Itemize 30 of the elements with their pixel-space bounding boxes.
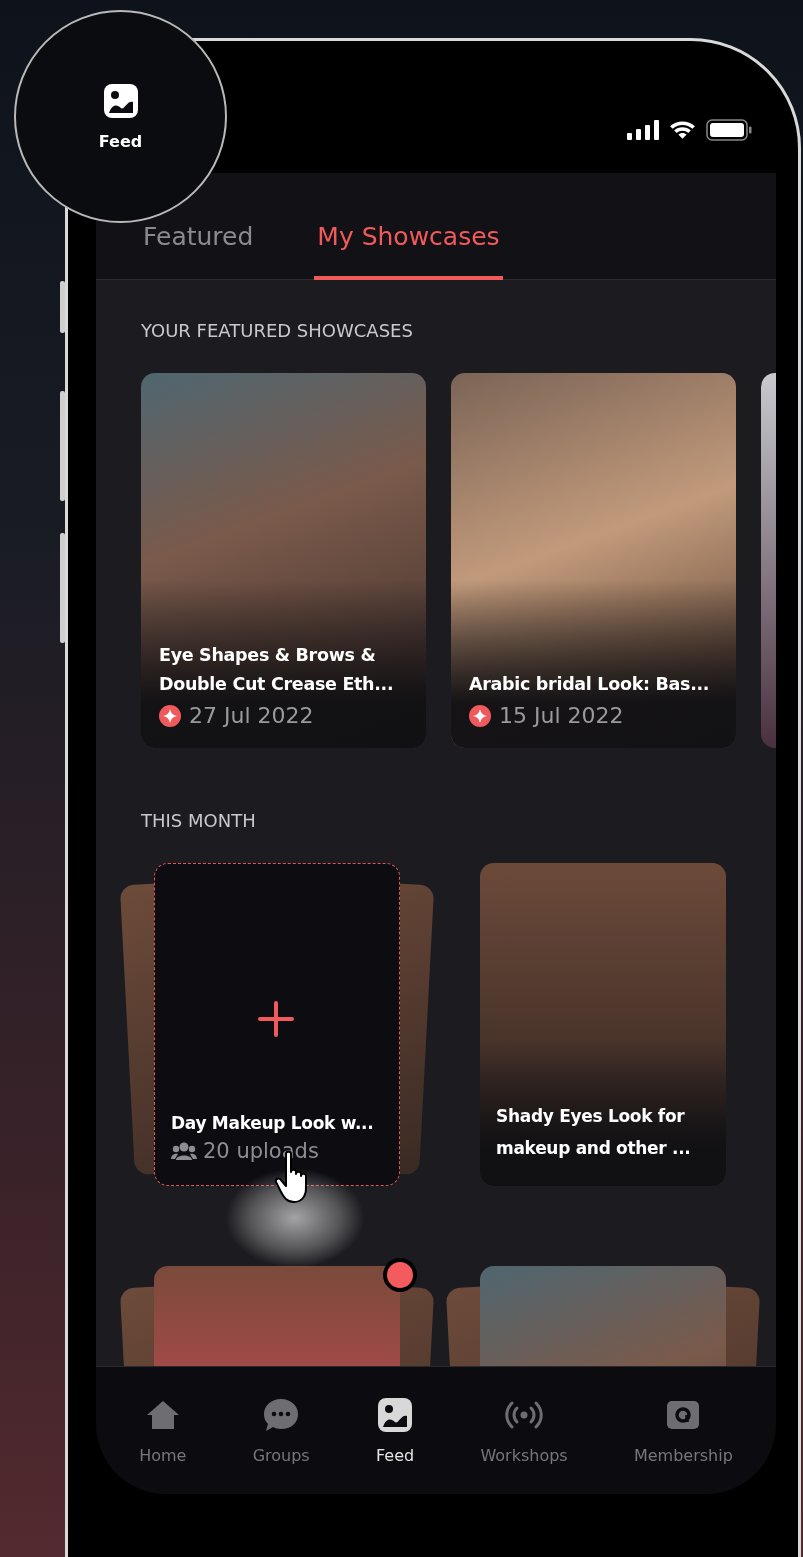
nav-tab[interactable]: Membership (633, 1396, 733, 1465)
wifi-icon (669, 119, 696, 140)
nav-tab[interactable]: Home (139, 1396, 187, 1465)
signal-icon (627, 119, 659, 140)
card-date: 15 Jul 2022 (499, 703, 624, 728)
card-title: Day Makeup Look w... (171, 1112, 375, 1135)
section-heading: YOUR FEATURED SHOWCASES (141, 320, 414, 341)
nav-tab[interactable]: Groups (252, 1396, 310, 1465)
image-icon (376, 1396, 415, 1434)
sparkle-icon (469, 704, 491, 727)
showcase-card[interactable]: Eye Shapes & Brows & Double Cut Crease Eth... 27 Jul 2022 (141, 373, 426, 748)
battery-icon (706, 118, 752, 141)
upload-count: 20 uploads (203, 1139, 319, 1163)
card-date: 27 Jul 2022 (189, 703, 314, 728)
add-showcase-card[interactable]: Day Makeup Look w... 20 uploads (154, 863, 400, 1186)
nav-tab[interactable]: Workshops (480, 1396, 568, 1465)
plus-icon (258, 1001, 294, 1037)
section-heading: THIS MONTH (141, 810, 257, 831)
people-icon (171, 1141, 197, 1161)
showcase-card[interactable]: Shady Eyes Look for makeup and other ... (480, 863, 726, 1186)
nav-tab[interactable]: Feed (375, 1396, 415, 1465)
showcase-card[interactable]: Arabic bridal Look: Bas... 15 Jul 2022 (451, 373, 736, 748)
image-icon (101, 82, 140, 120)
tab[interactable]: Featured (140, 222, 257, 280)
card-title: Arabic bridal Look: Bas... (469, 673, 711, 696)
card-title: Shady Eyes Look for makeup and other ... (496, 1105, 692, 1160)
magnified-label: Feed (98, 132, 143, 151)
card-title: Eye Shapes & Brows & Double Cut Crease Eth... (159, 644, 395, 696)
sparkle-icon (159, 704, 181, 727)
chat-bubble-icon (262, 1396, 301, 1434)
